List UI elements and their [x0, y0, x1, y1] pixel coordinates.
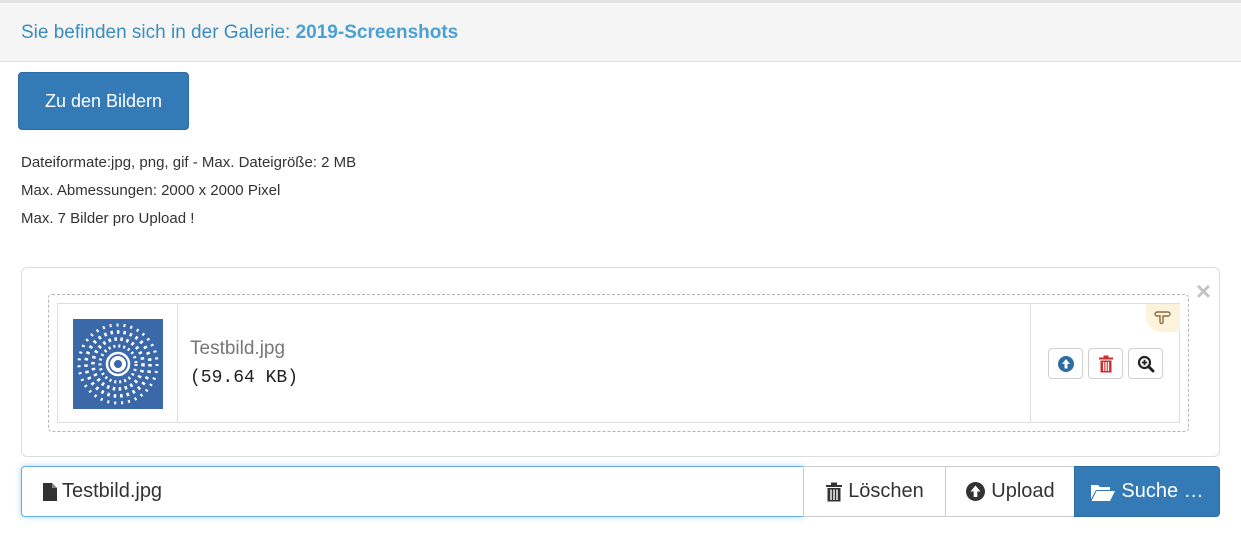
zoom-in-icon	[1137, 355, 1154, 372]
remove-label: Löschen	[848, 480, 924, 502]
remove-button[interactable]: Löschen	[803, 466, 946, 517]
folder-open-icon	[1091, 484, 1116, 501]
file-caption-field[interactable]: Testbild.jpg	[21, 466, 804, 517]
info-max-images: Max. 7 Bilder pro Upload !	[21, 210, 195, 227]
remove-file-button[interactable]	[1088, 348, 1123, 379]
gallery-header: Sie befinden sich in der Galerie: 2019-S…	[0, 0, 1241, 62]
gallery-breadcrumb: Sie befinden sich in der Galerie: 2019-S…	[21, 22, 458, 44]
file-name: Testbild.jpg	[190, 338, 286, 359]
file-preview-panel: × Testbild.jpg (59.64 KB)	[21, 267, 1220, 457]
trash-icon	[826, 482, 843, 501]
upload-button[interactable]: Upload	[945, 466, 1075, 517]
circle-arrow-up-icon	[1057, 355, 1074, 372]
drag-handle-icon[interactable]	[1146, 304, 1180, 332]
zoom-file-button[interactable]	[1128, 348, 1163, 379]
info-max-dimensions: Max. Abmessungen: 2000 x 2000 Pixel	[21, 182, 281, 199]
upload-file-button[interactable]	[1048, 348, 1083, 379]
browse-button[interactable]: Suche …	[1074, 466, 1220, 517]
file-preview-frame: Testbild.jpg (59.64 KB)	[57, 303, 1180, 423]
gallery-prefix: Sie befinden sich in der Galerie:	[21, 22, 291, 43]
drop-zone[interactable]: Testbild.jpg (59.64 KB)	[48, 294, 1189, 432]
info-file-formats: Dateiformate:jpg, png, gif - Max. Dateig…	[21, 154, 357, 171]
file-thumbnail	[73, 319, 163, 409]
close-preview-icon[interactable]: ×	[1196, 278, 1211, 304]
trash-icon	[1098, 355, 1113, 372]
thumbnail-cell	[58, 304, 178, 422]
browse-label: Suche …	[1121, 480, 1204, 502]
back-to-images-button[interactable]: Zu den Bildern	[18, 72, 189, 130]
upload-label: Upload	[991, 480, 1055, 502]
file-actions-cell	[1030, 304, 1180, 422]
file-caption-text: Testbild.jpg	[62, 480, 163, 502]
circle-arrow-up-icon	[966, 482, 986, 501]
file-size: (59.64 KB)	[190, 368, 299, 388]
file-input-bar: Testbild.jpg Löschen Upload Suche …	[21, 466, 1220, 517]
gallery-name[interactable]: 2019-Screenshots	[296, 22, 459, 43]
file-icon	[43, 482, 57, 501]
